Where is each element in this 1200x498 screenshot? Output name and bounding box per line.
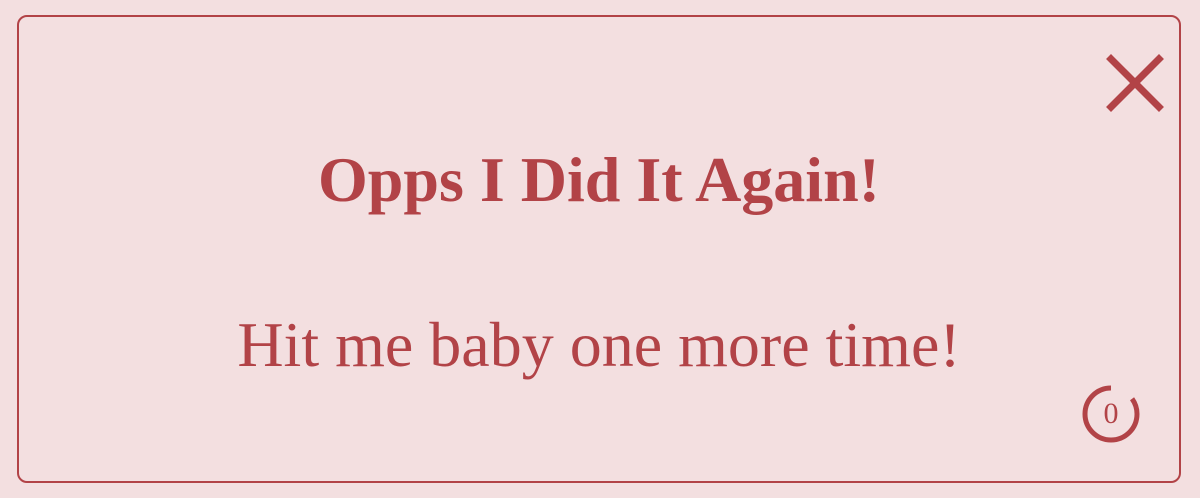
close-icon <box>1106 54 1164 112</box>
close-button[interactable] <box>1105 53 1165 113</box>
countdown-timer: 0 <box>1081 384 1141 444</box>
error-toast: Opps I Did It Again! Hit me baby one mor… <box>17 15 1181 483</box>
toast-title: Opps I Did It Again! <box>318 144 880 215</box>
toast-message: Hit me baby one more time! <box>237 309 961 380</box>
timer-count: 0 <box>1103 397 1119 430</box>
